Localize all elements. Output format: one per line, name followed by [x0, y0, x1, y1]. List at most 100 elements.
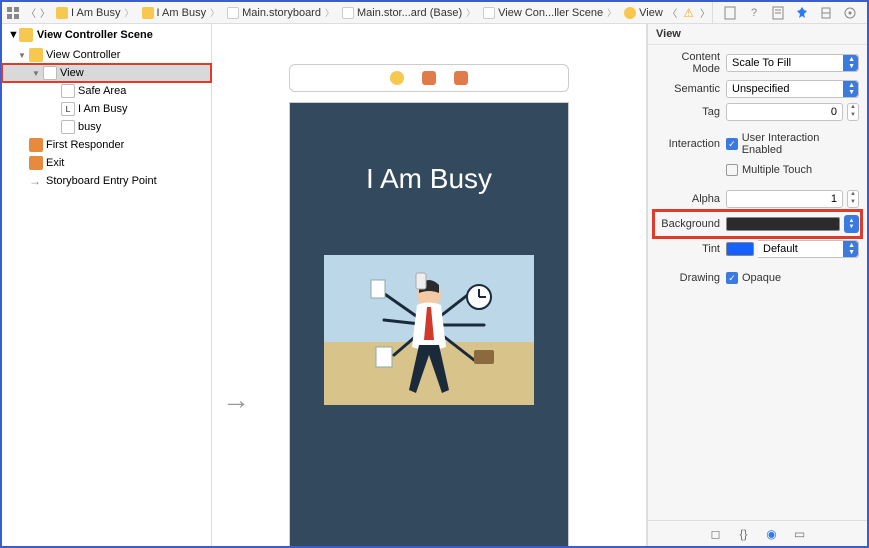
tree-label: I Am Busy [78, 103, 128, 115]
alpha-stepper[interactable]: ▲▼ [847, 190, 859, 208]
field-label: Tint [656, 243, 726, 255]
scene-dock [289, 64, 569, 92]
firstresponder-dock-icon[interactable] [422, 71, 436, 85]
breadcrumb-item[interactable]: I Am Busy〉 [138, 6, 224, 19]
storyboard-icon [227, 7, 239, 19]
file-inspector-icon[interactable] [723, 6, 737, 20]
checkbox-label: User Interaction Enabled [742, 132, 859, 156]
tree-label: Storyboard Entry Point [46, 175, 157, 187]
firstresponder-icon [29, 138, 43, 152]
entrypoint-icon: → [29, 174, 43, 188]
input-value: 1 [831, 193, 837, 205]
background-row: Background ▲▼ [656, 213, 859, 235]
breadcrumb-item[interactable]: I Am Busy〉 [52, 6, 138, 19]
disclosure-icon[interactable]: ▼ [32, 69, 40, 78]
tree-label: Exit [46, 157, 64, 169]
background-popup-button[interactable]: ▲▼ [844, 215, 859, 233]
root-view[interactable]: I Am Busy [289, 102, 569, 546]
tree-label: View [60, 67, 84, 79]
breadcrumb-item[interactable]: View Controller〉 [620, 6, 665, 19]
multiple-touch-checkbox[interactable] [726, 164, 738, 176]
field-label: Background [656, 218, 726, 230]
tag-stepper[interactable]: ▲▼ [847, 103, 859, 121]
opaque-checkbox[interactable] [726, 272, 738, 284]
related-items-icon[interactable] [6, 6, 20, 20]
nav-forward-button[interactable]: 〉 [38, 5, 52, 20]
busy-imageview[interactable] [324, 255, 534, 405]
breadcrumb-label: Main.stor...ard (Base) [357, 7, 462, 19]
tree-row-view[interactable]: ▼ View [2, 64, 211, 82]
semantic-select[interactable]: Unspecified▲▼ [726, 80, 859, 98]
background-color-well[interactable] [726, 217, 840, 231]
tint-select[interactable]: Default▲▼ [758, 240, 859, 258]
folder-icon [142, 7, 154, 19]
breadcrumb-label: Main.storyboard [242, 7, 321, 19]
tree-row-entrypoint[interactable]: → Storyboard Entry Point [2, 172, 211, 190]
exit-dock-icon[interactable] [454, 71, 468, 85]
breadcrumb-label: I Am Busy [157, 7, 207, 19]
field-label: Alpha [656, 193, 726, 205]
attributes-inspector: View Content Mode Scale To Fill▲▼ Semant… [647, 24, 867, 546]
disclosure-icon[interactable]: ▼ [8, 29, 19, 41]
alpha-row: Alpha 1 ▲▼ [656, 190, 859, 208]
field-label: Content Mode [656, 51, 726, 75]
tree-label: busy [78, 121, 101, 133]
connections-inspector-icon[interactable] [843, 6, 857, 20]
library-filter-bar: ◻ {} ◉ ▭ [648, 520, 867, 546]
title-label[interactable]: I Am Busy [366, 163, 492, 195]
field-label: Interaction [656, 138, 726, 150]
interaction-row: Interaction User Interaction Enabled [656, 132, 859, 156]
storyboard-canvas[interactable]: → I Am Busy [212, 24, 647, 546]
breadcrumb-item[interactable]: Main.stor...ard (Base)〉 [338, 6, 479, 19]
checkbox-label: Multiple Touch [742, 164, 812, 176]
scene-icon [19, 28, 33, 42]
identity-inspector-icon[interactable] [771, 6, 785, 20]
size-inspector-icon[interactable] [819, 6, 833, 20]
tag-input[interactable]: 0 [726, 103, 843, 121]
alpha-input[interactable]: 1 [726, 190, 843, 208]
breadcrumb-label: View Controller [639, 7, 665, 19]
scene-device[interactable]: I Am Busy [289, 64, 569, 546]
user-interaction-checkbox[interactable] [726, 138, 738, 150]
entry-arrow-icon: → [222, 384, 250, 416]
filter-files-icon[interactable]: ▭ [793, 527, 807, 541]
filter-snippets-icon[interactable]: {} [737, 527, 751, 541]
breadcrumb-item[interactable]: Main.storyboard〉 [223, 6, 338, 19]
nav-back-button[interactable]: 〈 [24, 5, 38, 20]
tree-row-safearea[interactable]: Safe Area [2, 82, 211, 100]
tree-row-viewcontroller[interactable]: ▼ View Controller [2, 46, 211, 64]
tree-row-image[interactable]: busy [2, 118, 211, 136]
breadcrumb-item[interactable]: View Con...ller Scene〉 [479, 6, 620, 19]
folder-icon [56, 7, 68, 19]
content-mode-select[interactable]: Scale To Fill▲▼ [726, 54, 859, 72]
field-label: Semantic [656, 83, 726, 95]
storyboard-icon [342, 7, 354, 19]
disclosure-icon[interactable]: ▼ [18, 51, 26, 60]
outline-header: ▼ View Controller Scene [2, 24, 211, 46]
inspector-section-header: View [648, 24, 867, 45]
breadcrumb: I Am Busy〉 I Am Busy〉 Main.storyboard〉 M… [52, 6, 665, 19]
imageview-icon [61, 120, 75, 134]
crumb-prev-button[interactable]: 〈 [665, 5, 679, 20]
warning-icon[interactable]: ⚠ [683, 6, 694, 20]
content-mode-row: Content Mode Scale To Fill▲▼ [656, 51, 859, 75]
tree-row-label[interactable]: L I Am Busy [2, 100, 211, 118]
viewcontroller-dock-icon[interactable] [390, 71, 404, 85]
filter-objects-icon[interactable]: ◻ [709, 527, 723, 541]
semantic-row: Semantic Unspecified▲▼ [656, 80, 859, 98]
crumb-next-button[interactable]: 〉 [698, 5, 712, 20]
breadcrumb-label: View Con...ller Scene [498, 7, 603, 19]
field-label: Drawing [656, 272, 726, 284]
tree-row-exit[interactable]: Exit [2, 154, 211, 172]
inspector-tab-bar: ? [712, 2, 867, 23]
filter-media-icon[interactable]: ◉ [765, 527, 779, 541]
attributes-inspector-icon[interactable] [795, 6, 809, 20]
scene-icon [483, 7, 495, 19]
tag-row: Tag 0▲▼ [656, 103, 859, 121]
tint-color-swatch[interactable] [726, 242, 754, 256]
top-toolbar: 〈 〉 I Am Busy〉 I Am Busy〉 Main.storyboar… [2, 2, 867, 24]
select-value: Scale To Fill [732, 57, 791, 69]
document-outline: ▼ View Controller Scene ▼ View Controlle… [2, 24, 212, 546]
tree-row-firstresponder[interactable]: First Responder [2, 136, 211, 154]
help-inspector-icon[interactable]: ? [747, 6, 761, 20]
